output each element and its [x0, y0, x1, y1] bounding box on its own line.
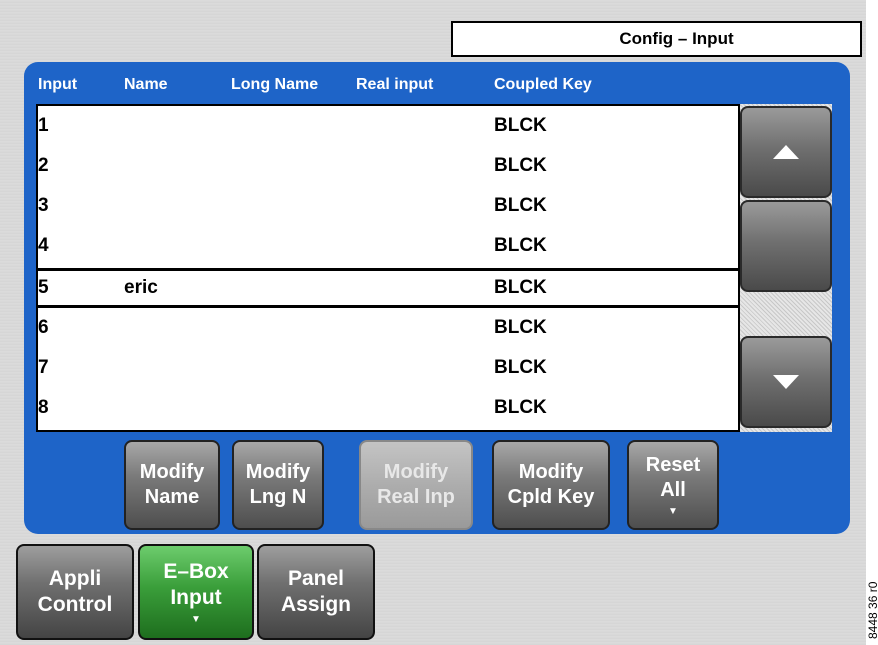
- row-input: 1: [38, 115, 49, 136]
- row-input: 7: [38, 357, 49, 378]
- table-row[interactable]: 4 BLCK: [38, 226, 738, 266]
- row-coupled-key: BLCK: [494, 357, 547, 378]
- modify-lng-n-button[interactable]: Modify Lng N: [232, 440, 324, 530]
- modify-name-button[interactable]: Modify Name: [124, 440, 220, 530]
- chevron-down-icon: ▼: [191, 614, 201, 625]
- table-row[interactable]: 8 BLCK: [38, 388, 738, 428]
- modify-cpld-key-button[interactable]: Modify Cpld Key: [492, 440, 610, 530]
- tab-label-line1: E–Box: [163, 560, 229, 583]
- row-coupled-key: BLCK: [494, 235, 547, 256]
- input-config-panel: Input Name Long Name Real input Coupled …: [24, 62, 850, 534]
- button-label-line2: Lng N: [249, 486, 307, 508]
- row-coupled-key: BLCK: [494, 317, 547, 338]
- figure-id-label: 8448 36 r0: [866, 581, 878, 639]
- input-list: 1 BLCK 2 BLCK 3 BLCK 4 BLCK 5 eric BLCK …: [36, 104, 740, 432]
- triangle-down-icon: [773, 375, 799, 389]
- table-row[interactable]: 3 BLCK: [38, 186, 738, 226]
- scroll-up-button[interactable]: [740, 106, 832, 198]
- row-coupled-key: BLCK: [494, 115, 547, 136]
- modify-real-inp-button[interactable]: Modify Real Inp: [359, 440, 473, 530]
- tab-appli-control[interactable]: Appli Control: [16, 544, 134, 640]
- button-label-line1: Modify: [245, 461, 311, 483]
- button-label-line2: All: [660, 479, 686, 501]
- chevron-down-icon: ▼: [668, 506, 678, 517]
- table-row[interactable]: 1 BLCK: [38, 106, 738, 146]
- scroll-thumb[interactable]: [740, 200, 832, 292]
- row-input: 3: [38, 195, 49, 216]
- screen: Config – Input Input Name Long Name Real…: [0, 0, 866, 645]
- table-row-selected[interactable]: 5 eric BLCK: [38, 268, 738, 308]
- tab-label-line2: Input: [170, 586, 222, 609]
- row-input: 6: [38, 317, 49, 338]
- row-input: 5: [38, 277, 49, 298]
- tab-label-line1: Panel: [287, 567, 345, 590]
- tab-label-line2: Assign: [280, 593, 351, 616]
- column-header-name: Name: [124, 76, 168, 93]
- page-title: Config – Input: [451, 21, 862, 57]
- row-input: 4: [38, 235, 49, 256]
- tab-ebox-input[interactable]: E–Box Input ▼: [138, 544, 254, 640]
- triangle-up-icon: [773, 145, 799, 159]
- button-label-line2: Name: [144, 486, 200, 508]
- row-coupled-key: BLCK: [494, 195, 547, 216]
- row-coupled-key: BLCK: [494, 155, 547, 176]
- row-input: 2: [38, 155, 49, 176]
- button-label-line1: Modify: [139, 461, 205, 483]
- row-coupled-key: BLCK: [494, 397, 547, 418]
- tab-label-line2: Control: [37, 593, 113, 616]
- table-row[interactable]: 7 BLCK: [38, 348, 738, 388]
- button-label-line2: Real Inp: [377, 486, 455, 508]
- reset-all-button[interactable]: Reset All ▼: [627, 440, 719, 530]
- button-label-line1: Modify: [383, 461, 449, 483]
- scroll-down-button[interactable]: [740, 336, 832, 428]
- tab-panel-assign[interactable]: Panel Assign: [257, 544, 375, 640]
- row-input: 8: [38, 397, 49, 418]
- column-header-real-input: Real input: [356, 76, 434, 93]
- column-header-coupled-key: Coupled Key: [494, 76, 592, 93]
- scrollbar[interactable]: [740, 104, 832, 432]
- button-label-line1: Reset: [645, 454, 701, 476]
- button-label-line1: Modify: [518, 461, 584, 483]
- table-row[interactable]: 2 BLCK: [38, 146, 738, 186]
- column-header-input: Input: [38, 76, 78, 93]
- tab-label-line1: Appli: [48, 567, 102, 590]
- column-header-long-name: Long Name: [231, 76, 319, 93]
- row-name: eric: [124, 277, 158, 298]
- row-coupled-key: BLCK: [494, 277, 547, 298]
- table-row[interactable]: 6 BLCK: [38, 308, 738, 348]
- button-label-line2: Cpld Key: [507, 486, 595, 508]
